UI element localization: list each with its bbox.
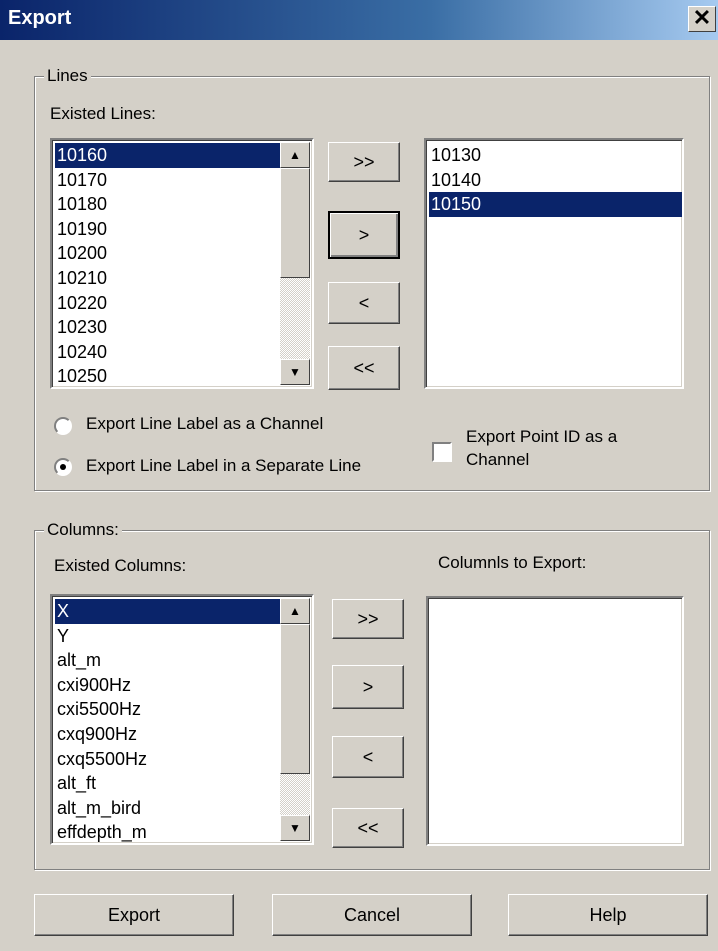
radio-line-label-channel[interactable] <box>54 417 72 435</box>
lines-group-label: Lines <box>44 66 91 86</box>
list-item[interactable]: 10220 <box>55 291 280 316</box>
existed-lines-list[interactable]: 10160 10170 10180 10190 10200 10210 10220 10230… <box>50 138 314 389</box>
list-item[interactable]: 10170 <box>55 168 280 193</box>
list-item[interactable]: 10130 <box>429 143 682 168</box>
close-icon: ✕ <box>692 5 712 30</box>
lines-add-button[interactable]: > <box>328 211 400 259</box>
scroll-thumb[interactable] <box>280 168 310 278</box>
export-point-id-label-2: Channel <box>466 450 530 469</box>
scroll-thumb[interactable] <box>280 624 310 774</box>
list-item[interactable]: alt_m <box>55 648 280 673</box>
radio-line-label-separate-text: Export Line Label in a Separate Line <box>86 456 362 475</box>
list-item[interactable]: 10150 <box>429 192 682 217</box>
list-item[interactable]: cxq5500Hz <box>55 747 280 772</box>
list-item[interactable]: Y <box>55 624 280 649</box>
help-button[interactable]: Help <box>508 894 708 936</box>
columns-add-button[interactable]: > <box>332 665 404 709</box>
list-item[interactable]: effdepth_m <box>55 820 280 843</box>
radio-line-label-separate[interactable] <box>54 458 72 476</box>
lines-add-all-button[interactable]: >> <box>328 142 400 182</box>
list-item[interactable]: 10230 <box>55 315 280 340</box>
radio-line-label-channel-text: Export Line Label as a Channel <box>86 414 324 433</box>
columns-remove-all-button[interactable]: << <box>332 808 404 848</box>
list-item[interactable]: alt_m_bird <box>55 796 280 821</box>
list-item[interactable]: 10190 <box>55 217 280 242</box>
scroll-down-button[interactable]: ▼ <box>280 359 310 385</box>
arrow-down-icon: ▼ <box>289 365 301 379</box>
arrow-up-icon: ▲ <box>289 604 301 618</box>
existed-columns-scrollbar[interactable]: ▲ ▼ <box>280 598 310 841</box>
scroll-down-button[interactable]: ▼ <box>280 815 310 841</box>
scroll-up-button[interactable]: ▲ <box>280 598 310 624</box>
columns-add-all-button[interactable]: >> <box>332 599 404 639</box>
list-item[interactable]: X <box>55 599 280 624</box>
existed-columns-label: Existed Columns: <box>54 556 187 575</box>
list-item[interactable]: cxi900Hz <box>55 673 280 698</box>
close-button[interactable]: ✕ <box>688 6 716 32</box>
columns-to-export-label: Columnls to Export: <box>438 553 587 572</box>
existed-lines-scrollbar[interactable]: ▲ ▼ <box>280 142 310 385</box>
title-bar[interactable]: Export ✕ <box>0 0 718 40</box>
list-item[interactable]: alt_ft <box>55 771 280 796</box>
list-item[interactable]: 10160 <box>55 143 280 168</box>
export-dialog: Export ✕ Lines Existed Lines: 10160 10170… <box>0 0 718 951</box>
radio-selected-dot <box>60 464 66 470</box>
columns-remove-button[interactable]: < <box>332 736 404 778</box>
list-item[interactable]: 10200 <box>55 241 280 266</box>
arrow-up-icon: ▲ <box>289 148 301 162</box>
list-item[interactable]: 10140 <box>429 168 682 193</box>
list-item[interactable]: 10180 <box>55 192 280 217</box>
list-item[interactable]: cxi5500Hz <box>55 697 280 722</box>
export-point-id-label-1: Export Point ID as a <box>466 427 618 446</box>
existed-lines-label: Existed Lines: <box>50 104 156 123</box>
lines-remove-button[interactable]: < <box>328 282 400 324</box>
export-button[interactable]: Export <box>34 894 234 936</box>
cancel-button[interactable]: Cancel <box>272 894 472 936</box>
lines-remove-all-button[interactable]: << <box>328 346 400 390</box>
columns-to-export-list[interactable] <box>426 596 684 846</box>
columns-group-label: Columns: <box>44 520 122 540</box>
list-item[interactable]: 10210 <box>55 266 280 291</box>
window-title: Export <box>8 7 72 29</box>
arrow-down-icon: ▼ <box>289 821 301 835</box>
export-point-id-checkbox[interactable] <box>432 442 452 462</box>
selected-lines-list[interactable]: 10130 10140 10150 <box>424 138 684 389</box>
scroll-up-button[interactable]: ▲ <box>280 142 310 168</box>
list-item[interactable]: cxq900Hz <box>55 722 280 747</box>
existed-columns-list[interactable]: X Yalt_m cxi900Hz cxi5500Hz cxq900Hz cxq5500H… <box>50 594 314 845</box>
list-item[interactable]: 10250 <box>55 364 280 387</box>
list-item[interactable]: 10240 <box>55 340 280 365</box>
